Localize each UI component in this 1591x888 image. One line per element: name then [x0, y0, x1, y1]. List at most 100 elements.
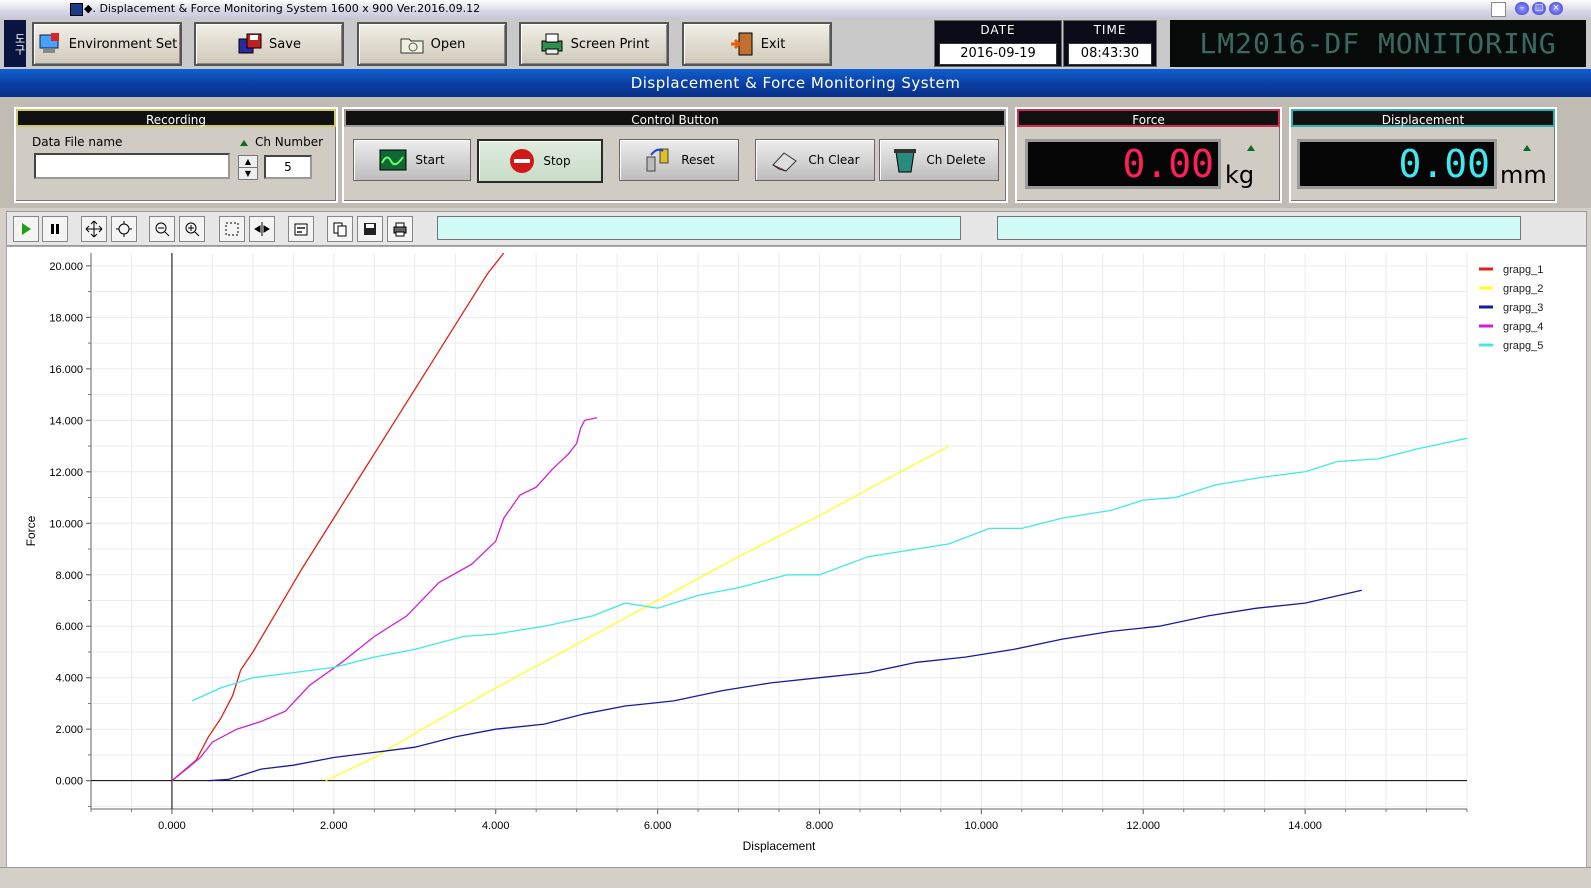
exit-button[interactable]: Exit — [682, 22, 832, 66]
grid-layer — [90, 253, 1468, 809]
save-disks-icon — [238, 33, 262, 54]
play-button[interactable] — [13, 216, 39, 242]
zoom-out-button[interactable] — [149, 216, 175, 242]
series-line-grapg_5 — [191, 437, 1467, 702]
legend-label: grapg_5 — [1503, 340, 1543, 352]
y-tick-label: 4.000 — [55, 673, 83, 685]
zoom-out-icon — [155, 222, 170, 237]
file-name-input[interactable] — [34, 153, 230, 179]
exit-label: Exit — [760, 36, 786, 52]
exit-door-icon — [730, 32, 753, 56]
ch-number-field[interactable]: 5 — [264, 155, 312, 179]
screen-print-icon — [541, 33, 563, 55]
title-bar: ◆. Displacement & Force Monitoring Syste… — [0, 0, 1591, 19]
legend: grapg_1 grapg_2 grapg_3 grapg_4 grapg_5 — [1479, 264, 1543, 352]
chart-status-field-1 — [437, 216, 961, 240]
brand-display: LM2016-DF MONITORING — [1170, 20, 1586, 67]
displacement-unit: mm — [1500, 161, 1547, 189]
status-strip — [0, 867, 1591, 888]
x-tick-label: 8.000 — [806, 820, 834, 832]
legend-label: grapg_2 — [1503, 283, 1543, 295]
ch-number-indicator-icon — [240, 140, 248, 146]
reset-cycle-icon — [646, 148, 669, 172]
copy-icon — [333, 222, 347, 237]
pan-button[interactable] — [81, 216, 107, 242]
y-tick-label: 8.000 — [55, 570, 83, 582]
x-axis-label: Displacement — [743, 839, 816, 853]
zoom-fit-icon — [116, 221, 132, 237]
title-scroll-icon — [1491, 2, 1506, 17]
zoom-in-icon — [185, 222, 200, 237]
date-label: DATE — [980, 23, 1016, 37]
displacement-indicator-icon — [1523, 145, 1531, 151]
axis-layer: 0.000 2.000 4.000 6.000 8.000 10.000 12.000 14.… — [49, 253, 1468, 832]
screen-print-button[interactable]: Screen Print — [519, 22, 669, 66]
recording-group: Recording Data File name Ch Number ▲ ▼ 5 — [14, 107, 338, 203]
system-title-band: Displacement & Force Monitoring System — [0, 69, 1591, 97]
ch-delete-label: Ch Delete — [926, 153, 986, 167]
cursor-button[interactable] — [249, 216, 275, 242]
open-button[interactable]: Open — [357, 22, 507, 66]
waveform-icon — [379, 149, 407, 171]
force-group: Force 0.00 kg — [1015, 107, 1282, 203]
date-box: DATE 2016-09-19 — [934, 20, 1062, 67]
y-axis-label: Force — [24, 515, 38, 546]
copy-button[interactable] — [327, 216, 353, 242]
open-folder-icon — [400, 38, 424, 54]
ch-spin-down-button[interactable]: ▼ — [238, 167, 258, 180]
properties-button[interactable] — [288, 216, 314, 242]
minimize-button[interactable]: – — [1515, 2, 1529, 15]
recording-title: Recording — [16, 109, 336, 127]
chart-status-field-2 — [997, 216, 1521, 240]
x-tick-label: 10.000 — [965, 820, 999, 832]
y-tick-label: 0.000 — [55, 776, 83, 788]
x-tick-label: 12.000 — [1126, 820, 1160, 832]
play-icon — [22, 223, 31, 235]
zoom-in-button[interactable] — [179, 216, 205, 242]
x-tick-label: 6.000 — [644, 820, 672, 832]
zoom-fit-button[interactable] — [111, 216, 137, 242]
force-title: Force — [1017, 109, 1280, 127]
ch-clear-label: Ch Clear — [808, 153, 860, 167]
app-icon — [70, 3, 83, 16]
series-line-grapg_1 — [171, 253, 505, 782]
start-button[interactable]: Start — [353, 139, 471, 181]
x-tick-label: 4.000 — [482, 820, 510, 832]
chart-toolbar — [6, 211, 1587, 246]
environment-set-button[interactable]: Environment Set — [32, 22, 182, 66]
save-button[interactable]: Save — [194, 22, 344, 66]
eraser-icon — [772, 152, 798, 172]
cursor-split-icon — [254, 222, 270, 236]
open-label: Open — [430, 36, 466, 52]
stop-label: Stop — [543, 154, 571, 168]
y-tick-label: 14.000 — [49, 415, 83, 427]
close-button[interactable]: × — [1549, 2, 1563, 15]
maximize-button[interactable]: □ — [1532, 2, 1546, 15]
time-box: TIME 08:43:30 — [1063, 20, 1157, 67]
force-displacement-chart: 0.000 2.000 4.000 6.000 8.000 10.000 12.000 14.… — [6, 246, 1587, 868]
select-box-button[interactable] — [219, 216, 245, 242]
legend-label: grapg_3 — [1503, 302, 1543, 314]
chart-save-button[interactable] — [357, 216, 383, 242]
time-label: TIME — [1093, 23, 1127, 37]
floppy-icon — [364, 223, 376, 235]
legend-label: grapg_4 — [1503, 321, 1543, 333]
ch-delete-button[interactable]: Ch Delete — [879, 139, 999, 181]
x-tick-label: 0.000 — [158, 820, 186, 832]
ch-number-label: Ch Number — [255, 135, 324, 149]
stop-button[interactable]: Stop — [477, 139, 603, 183]
ch-clear-button[interactable]: Ch Clear — [755, 139, 875, 181]
chart-print-button[interactable] — [387, 216, 413, 242]
y-tick-label: 18.000 — [49, 312, 83, 324]
reset-button[interactable]: Reset — [619, 139, 739, 181]
y-tick-label: 20.000 — [49, 261, 83, 273]
y-tick-label: 2.000 — [55, 724, 83, 736]
pause-icon — [51, 224, 59, 234]
app-window: ◆. Displacement & Force Monitoring Syste… — [0, 0, 1591, 888]
series-line-grapg_2 — [325, 445, 950, 782]
file-name-label: Data File name — [32, 135, 123, 149]
pause-button[interactable] — [42, 216, 68, 242]
stop-sign-icon — [510, 149, 535, 173]
reset-label: Reset — [681, 153, 715, 167]
y-tick-label: 10.000 — [49, 518, 83, 530]
